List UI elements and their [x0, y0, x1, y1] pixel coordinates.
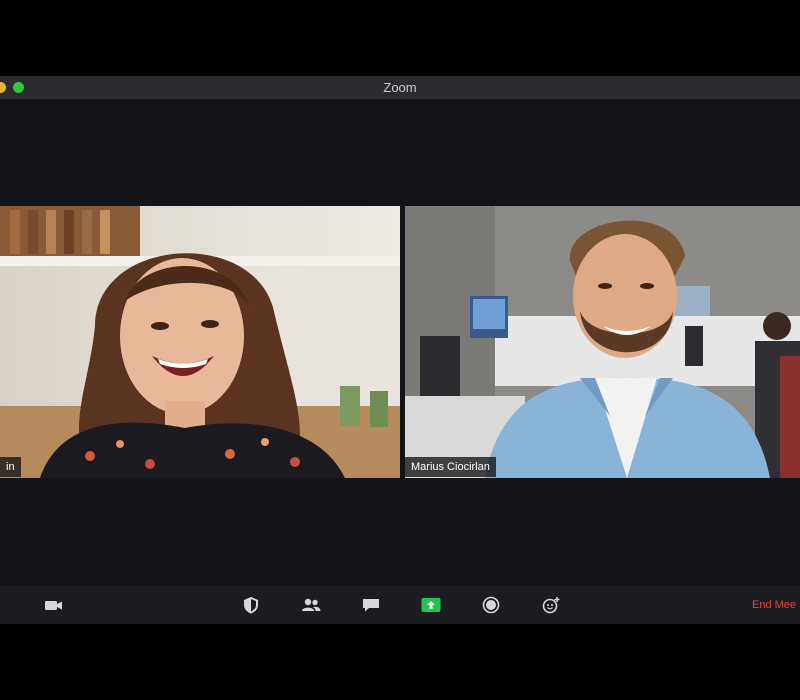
title-bar: Zoom — [0, 76, 800, 100]
participant-name-tag: in — [0, 457, 21, 477]
record-button[interactable] — [480, 595, 502, 615]
video-camera-button[interactable] — [43, 595, 65, 615]
participants-icon — [302, 598, 321, 611]
meeting-toolbar: End Mee — [0, 586, 800, 624]
chat-button[interactable] — [360, 595, 382, 615]
participant-video-woman — [0, 206, 400, 478]
participant-name-tag: Marius Ciocirlan — [405, 457, 496, 477]
window-title: Zoom — [383, 80, 417, 95]
zoom-window: Zoom in Marius Ciocirlan End Mee — [0, 76, 800, 624]
share-screen-button[interactable] — [420, 595, 442, 615]
shield-security-icon — [244, 597, 258, 614]
participant-video-man — [405, 206, 800, 478]
record-icon — [482, 596, 500, 614]
participant-tile-active-speaker[interactable]: in — [0, 206, 400, 478]
security-button[interactable] — [240, 595, 262, 615]
video-camera-icon — [45, 601, 62, 610]
chat-icon — [363, 599, 379, 612]
participants-button[interactable] — [300, 595, 322, 615]
reactions-icon — [542, 597, 560, 614]
share-screen-icon — [421, 598, 441, 612]
participant-tile[interactable]: Marius Ciocirlan — [405, 206, 800, 478]
video-gallery: in Marius Ciocirlan — [0, 100, 800, 586]
end-meeting-button[interactable]: End Mee — [752, 596, 800, 614]
reactions-button[interactable] — [540, 595, 562, 615]
